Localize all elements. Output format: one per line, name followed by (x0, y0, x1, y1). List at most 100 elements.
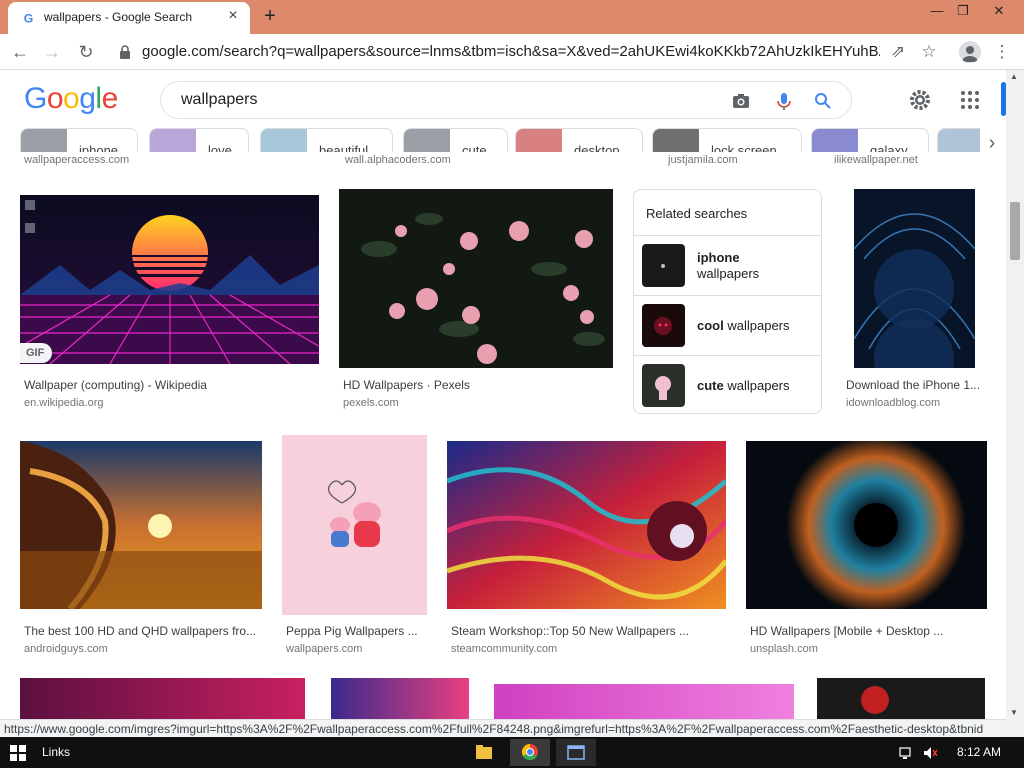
menu-kebab-icon[interactable]: ⋮ (992, 42, 1012, 62)
minimize-button[interactable]: — (926, 2, 948, 20)
chip-desktop[interactable]: desktop (515, 128, 643, 152)
steam-abstract-image (447, 441, 726, 609)
result-title[interactable]: Download the iPhone 1... (846, 378, 986, 392)
eye-image (746, 441, 987, 609)
related-item-cool[interactable]: cool wallpapers (634, 295, 821, 355)
related-item-rest: wallpapers (697, 266, 760, 281)
reload-icon[interactable]: ↻ (76, 42, 96, 62)
apps-grid-icon[interactable] (958, 88, 982, 112)
result-image-row3-2[interactable] (331, 678, 469, 719)
chip-beautiful[interactable]: beautiful (260, 128, 393, 152)
result-title[interactable]: Steam Workshop::Top 50 New Wallpapers ..… (451, 624, 721, 638)
links-toolbar[interactable]: Links (42, 745, 70, 759)
result-image-peppa-pig[interactable] (282, 435, 427, 615)
gif-badge: GIF (20, 343, 52, 363)
new-tab-button[interactable]: + (260, 6, 280, 26)
chip-galaxy[interactable]: galaxy (811, 128, 929, 152)
result-title[interactable]: HD Wallpapers · Pexels (343, 378, 613, 392)
share-icon[interactable]: ⇗ (888, 42, 908, 62)
result-title[interactable]: Peppa Pig Wallpapers ... (286, 624, 426, 638)
close-window-button[interactable]: ✕ (988, 2, 1010, 20)
chip-thumbnail (653, 129, 699, 152)
result-image-synthwave[interactable] (20, 195, 319, 364)
result-domain: androidguys.com (24, 643, 108, 655)
profile-avatar-icon[interactable] (959, 41, 981, 63)
chip-cute[interactable]: cute (403, 128, 508, 152)
peppa-pig-image (282, 435, 427, 615)
result-image-steam-abstract[interactable] (447, 441, 726, 609)
tab-close-icon[interactable]: × (225, 8, 241, 24)
chip-thumbnail (938, 129, 980, 152)
chip-label: love (208, 143, 232, 152)
result-domain: wallpapers.com (286, 643, 363, 655)
title-bar: G wallpapers - Google Search × + — ❐ ✕ (0, 0, 1024, 34)
search-input[interactable]: wallpapers (181, 91, 257, 109)
result-image-iphone[interactable] (854, 189, 975, 368)
status-url: https://www.google.com/imgres?imgurl=htt… (4, 722, 984, 736)
result-title[interactable]: Wallpaper (computing) - Wikipedia (24, 378, 314, 392)
related-thumbnail (642, 304, 685, 347)
restore-button[interactable]: ❐ (952, 2, 974, 20)
chrome-app[interactable] (510, 739, 550, 766)
logo-letter: e (101, 82, 119, 115)
related-item-bold: cool (697, 318, 724, 333)
result-image-wave-sunset[interactable] (20, 441, 262, 609)
related-item-text: iphone wallpapers (697, 250, 759, 282)
result-domain: steamcommunity.com (451, 643, 558, 655)
chip-more[interactable] (937, 128, 980, 152)
flowers-image (339, 189, 613, 368)
result-title[interactable]: HD Wallpapers [Mobile + Desktop ... (750, 624, 986, 638)
windows-start-icon[interactable] (10, 745, 26, 761)
related-chips-row: iphone love beautiful cute desktop lock … (20, 128, 980, 152)
result-domain: pexels.com (343, 397, 399, 409)
scroll-up-arrow-icon[interactable]: ▲ (1010, 72, 1018, 81)
iphone-image (854, 189, 975, 368)
chip-iphone[interactable]: iphone (20, 128, 138, 152)
logo-letter: g (79, 82, 96, 115)
search-icon[interactable] (813, 91, 833, 111)
network-icon[interactable] (898, 745, 914, 761)
related-item-cute[interactable]: cute wallpapers (634, 355, 821, 415)
result-domain: wall.alphacoders.com (345, 154, 451, 166)
chip-lock-screen[interactable]: lock screen (652, 128, 802, 152)
related-item-iphone[interactable]: iphone wallpapers (634, 235, 821, 295)
camera-icon[interactable] (731, 91, 751, 111)
result-image-flowers[interactable] (339, 189, 613, 368)
chip-thumbnail (516, 129, 562, 152)
browser-toolbar: ← → ↻ google.com/search?q=wallpapers&sou… (0, 34, 1024, 70)
address-bar[interactable]: google.com/search?q=wallpapers&source=ln… (142, 43, 880, 60)
volume-muted-icon[interactable] (922, 745, 938, 761)
settings-gear-icon[interactable] (908, 88, 932, 112)
scroll-down-arrow-icon[interactable]: ▼ (1010, 708, 1018, 717)
result-image-row3-4[interactable] (817, 678, 985, 719)
chip-label: galaxy (870, 143, 908, 152)
chip-love[interactable]: love (149, 128, 249, 152)
result-image-eye[interactable] (746, 441, 987, 609)
forward-arrow-icon[interactable]: → (42, 42, 62, 62)
result-domain: wallpaperaccess.com (24, 154, 130, 166)
google-logo[interactable]: Google (24, 82, 118, 116)
chip-label: iphone (79, 143, 119, 152)
related-item-text: cute wallpapers (697, 378, 790, 394)
result-image-row3-3[interactable] (494, 684, 794, 719)
bookmark-star-icon[interactable]: ☆ (919, 42, 939, 62)
back-arrow-icon[interactable]: ← (10, 42, 30, 62)
chips-next-arrow-icon[interactable]: › (982, 133, 1002, 153)
related-item-bold: cute (697, 378, 724, 393)
windows-taskbar: Links 8:12 AM (0, 737, 1024, 768)
search-box[interactable]: wallpapers (160, 81, 852, 119)
vertical-scrollbar[interactable]: ▲ ▼ (1006, 70, 1024, 720)
microphone-icon[interactable] (774, 91, 794, 111)
result-domain: justjamila.com (668, 154, 738, 166)
scroll-thumb[interactable] (1010, 202, 1020, 260)
result-title[interactable]: The best 100 HD and QHD wallpapers fro..… (24, 624, 262, 638)
wave-sunset-image (20, 441, 262, 609)
window-app[interactable] (556, 739, 596, 766)
result-domain: idownloadblog.com (846, 397, 941, 409)
related-thumbnail (642, 364, 685, 407)
chip-thumbnail (21, 129, 67, 152)
browser-tab[interactable]: G wallpapers - Google Search × (8, 2, 250, 34)
file-explorer-app[interactable] (464, 739, 504, 766)
result-image-row3-1[interactable] (20, 678, 305, 719)
clock[interactable]: 8:12 AM (957, 745, 1001, 759)
